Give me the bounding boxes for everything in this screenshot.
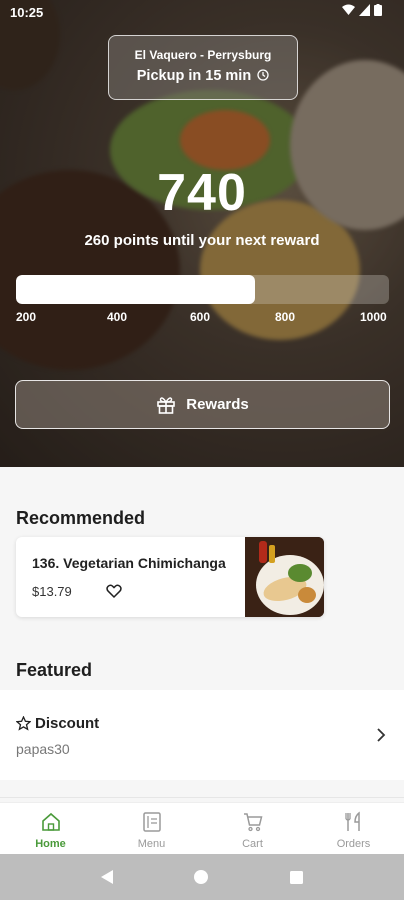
status-icons [342, 4, 382, 16]
rewards-progress-fill [16, 275, 255, 304]
clock-icon [257, 69, 269, 81]
food-plate-image [245, 537, 324, 617]
pickup-text: Pickup in 15 min [136, 68, 252, 84]
nav-item-home[interactable]: Home [0, 803, 101, 854]
progress-tick-400: 400 [107, 310, 128, 324]
progress-tick-1000: 1000 [360, 310, 387, 324]
pickup-time: Pickup in 15 min [109, 68, 297, 84]
nav-item-orders[interactable]: Orders [303, 803, 404, 854]
recommended-item-card[interactable]: 136. Vegetarian Chimichanga $13.79 [16, 537, 324, 617]
progress-tick-200: 200 [16, 310, 37, 324]
gift-icon [157, 396, 176, 414]
orders-icon [344, 811, 360, 831]
featured-title: Featured [16, 660, 93, 680]
bottom-navigation: Home Menu Cart Orders [0, 802, 404, 854]
location-pickup-selector[interactable]: El Vaquero - Perrysburg Pickup in 15 min [108, 35, 298, 100]
status-time: 10:25 [10, 5, 44, 20]
nav-label-home: Home [35, 838, 66, 850]
divider [0, 797, 404, 798]
progress-tick-600: 600 [190, 310, 211, 324]
recommended-item-name: 136. Vegetarian Chimichanga [32, 555, 226, 571]
wifi-icon [342, 4, 355, 15]
battery-icon [374, 4, 382, 16]
signal-icon [359, 4, 370, 16]
recommended-item-image [245, 537, 324, 617]
nav-label-menu: Menu [137, 838, 166, 850]
nav-label-cart: Cart [242, 838, 263, 850]
featured-item-title: Discount [16, 715, 99, 732]
chevron-right-icon [377, 728, 386, 742]
rewards-progress-bar [16, 275, 389, 304]
progress-tick-800: 800 [275, 310, 296, 324]
menu-icon [142, 812, 161, 832]
cart-icon [243, 813, 262, 832]
points-balance: 740 [157, 164, 247, 222]
rewards-button-label: Rewards [186, 396, 249, 413]
recommended-title: Recommended [16, 508, 146, 528]
nav-label-orders: Orders [336, 838, 371, 850]
nav-item-menu[interactable]: Menu [101, 803, 202, 854]
status-bar: 10:25 [0, 0, 404, 26]
nav-item-cart[interactable]: Cart [202, 803, 303, 854]
back-icon[interactable] [100, 869, 114, 885]
star-icon [16, 716, 31, 731]
heart-icon[interactable] [106, 583, 122, 599]
recents-icon[interactable] [289, 870, 304, 885]
featured-discount-card[interactable]: Discount papas30 [0, 690, 404, 780]
featured-item-code: papas30 [16, 741, 70, 757]
system-navigation-bar [0, 854, 404, 900]
recommended-item-price: $13.79 [32, 584, 72, 599]
location-name: El Vaquero - Perrysburg [134, 48, 272, 62]
rewards-button[interactable]: Rewards [15, 380, 390, 429]
featured-item-label: Discount [35, 715, 100, 732]
home-icon [41, 812, 60, 831]
points-until-reward: 260 points until your next reward [84, 232, 320, 249]
home-circle-icon[interactable] [193, 869, 209, 885]
